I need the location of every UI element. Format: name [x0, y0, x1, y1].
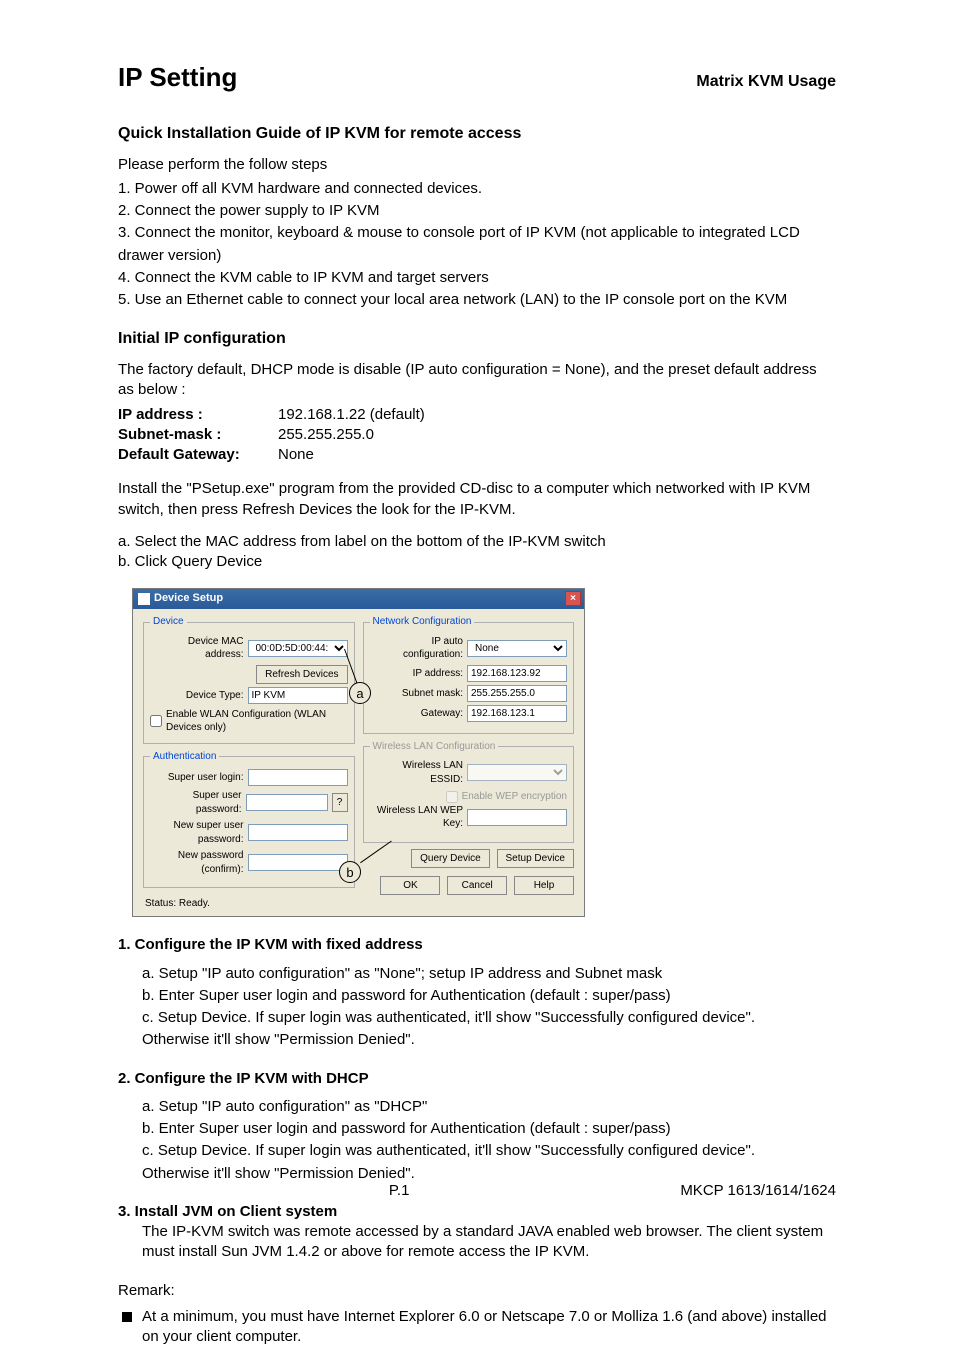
- step-a: a. Select the MAC address from label on …: [118, 532, 836, 552]
- step: 4. Connect the KVM cable to IP KVM and t…: [118, 268, 836, 288]
- cancel-button[interactable]: Cancel: [447, 876, 507, 895]
- page-number: P.1: [389, 1181, 410, 1201]
- default-gateway-value: None: [278, 445, 314, 465]
- ip-address-value: 192.168.1.22 (default): [278, 405, 425, 425]
- super-user-password-label: Super user password:: [150, 789, 242, 816]
- mac-address-select[interactable]: 00:0D:5D:00:44:C5: [248, 640, 348, 657]
- device-setup-dialog: Device Setup × Device Device MAC address…: [132, 588, 585, 917]
- ip-address-input[interactable]: [467, 665, 567, 682]
- essid-label: Wireless LAN ESSID:: [370, 759, 464, 786]
- titlebar: Device Setup ×: [133, 589, 584, 609]
- step: Otherwise it'll show "Permission Denied"…: [142, 1030, 836, 1050]
- device-fieldset: Device Device MAC address: 00:0D:5D:00:4…: [143, 615, 355, 744]
- page-subtitle: Matrix KVM Usage: [696, 71, 836, 93]
- step: 2. Connect the power supply to IP KVM: [118, 201, 836, 221]
- subnet-mask-value: 255.255.255.0: [278, 425, 374, 445]
- ip-auto-label: IP auto configuration:: [370, 635, 464, 662]
- gateway-input[interactable]: [467, 705, 567, 722]
- wep-key-label: Wireless LAN WEP Key:: [370, 804, 464, 831]
- ip-address-label: IP address :: [118, 405, 278, 425]
- remark-text: At a minimum, you must have Internet Exp…: [142, 1307, 836, 1347]
- page-title: IP Setting: [118, 60, 237, 95]
- step: c. Setup Device. If super login was auth…: [142, 1008, 836, 1028]
- network-fieldset: Network Configuration IP auto configurat…: [363, 615, 575, 734]
- step: drawer version): [118, 246, 836, 266]
- psetup-instruction: Install the "PSetup.exe" program from th…: [118, 479, 836, 520]
- initial-ip-intro: The factory default, DHCP mode is disabl…: [118, 360, 836, 401]
- new-password-label: New super user password:: [150, 819, 244, 846]
- section-1-head: 1. Configure the IP KVM with fixed addre…: [118, 935, 836, 955]
- status-text: Status: Ready.: [143, 895, 574, 911]
- confirm-password-label: New password (confirm):: [150, 849, 244, 876]
- device-type-field: [248, 687, 348, 704]
- step: 5. Use an Ethernet cable to connect your…: [118, 290, 836, 310]
- section-heading-quick-install: Quick Installation Guide of IP KVM for r…: [118, 123, 836, 145]
- super-user-password-input[interactable]: [246, 794, 328, 811]
- install-steps: 1. Power off all KVM hardware and connec…: [118, 179, 836, 311]
- super-user-login-label: Super user login:: [150, 771, 244, 785]
- step: a. Setup "IP auto configuration" as "DHC…: [142, 1097, 836, 1117]
- subnet-mask-label: Subnet mask:: [370, 687, 464, 701]
- super-user-login-input[interactable]: [248, 769, 348, 786]
- model-number: MKCP 1613/1614/1624: [680, 1181, 836, 1201]
- close-icon[interactable]: ×: [565, 591, 581, 606]
- intro-text: Please perform the follow steps: [118, 155, 836, 175]
- section-1-steps: a. Setup "IP auto configuration" as "Non…: [142, 964, 836, 1051]
- bullet-square-icon: [122, 1312, 132, 1322]
- help-button[interactable]: Help: [514, 876, 574, 895]
- password-help-button[interactable]: ?: [332, 793, 348, 812]
- step-b: b. Click Query Device: [118, 552, 836, 572]
- wep-key-input: [467, 809, 567, 826]
- device-type-label: Device Type:: [150, 689, 244, 703]
- subnet-mask-label: Subnet-mask :: [118, 425, 278, 445]
- confirm-password-input[interactable]: [248, 854, 348, 871]
- step: 3. Connect the monitor, keyboard & mouse…: [118, 223, 836, 243]
- remark-label: Remark:: [118, 1281, 836, 1301]
- wlan-legend: Wireless LAN Configuration: [370, 740, 499, 754]
- setup-device-button[interactable]: Setup Device: [497, 849, 574, 868]
- gateway-label: Gateway:: [370, 707, 464, 721]
- new-password-input[interactable]: [248, 824, 348, 841]
- mac-address-label: Device MAC address:: [150, 635, 244, 662]
- default-gateway-label: Default Gateway:: [118, 445, 278, 465]
- ab-steps: a. Select the MAC address from label on …: [118, 532, 836, 573]
- wlan-fieldset: Wireless LAN Configuration Wireless LAN …: [363, 740, 575, 843]
- wep-checkbox: [446, 791, 458, 803]
- app-icon: [138, 593, 150, 605]
- ip-auto-select[interactable]: None: [467, 640, 567, 657]
- enable-wlan-checkbox[interactable]: [150, 715, 162, 727]
- section-3-head: 3. Install JVM on Client system: [118, 1202, 836, 1222]
- section-3-text: The IP-KVM switch was remote accessed by…: [142, 1222, 836, 1263]
- step: b. Enter Super user login and password f…: [142, 1119, 836, 1139]
- enable-wlan-label: Enable WLAN Configuration (WLAN Devices …: [166, 708, 348, 735]
- ip-address-label: IP address:: [370, 667, 464, 681]
- step: b. Enter Super user login and password f…: [142, 986, 836, 1006]
- default-ip-table: IP address :192.168.1.22 (default) Subne…: [118, 405, 836, 466]
- refresh-devices-button[interactable]: Refresh Devices: [256, 665, 347, 684]
- auth-legend: Authentication: [150, 750, 219, 764]
- essid-select: [467, 764, 567, 781]
- ok-button[interactable]: OK: [380, 876, 440, 895]
- step: 1. Power off all KVM hardware and connec…: [118, 179, 836, 199]
- dialog-title: Device Setup: [154, 591, 223, 606]
- query-device-button[interactable]: Query Device: [411, 849, 490, 868]
- device-legend: Device: [150, 615, 187, 629]
- subnet-mask-input[interactable]: [467, 685, 567, 702]
- wep-label: Enable WEP encryption: [462, 790, 567, 804]
- step: a. Setup "IP auto configuration" as "Non…: [142, 964, 836, 984]
- section-2-steps: a. Setup "IP auto configuration" as "DHC…: [142, 1097, 836, 1184]
- network-legend: Network Configuration: [370, 615, 475, 629]
- auth-fieldset: Authentication Super user login: Super u…: [143, 750, 355, 889]
- section-2-head: 2. Configure the IP KVM with DHCP: [118, 1069, 836, 1089]
- section-heading-initial-ip: Initial IP configuration: [118, 328, 836, 350]
- step: c. Setup Device. If super login was auth…: [142, 1141, 836, 1161]
